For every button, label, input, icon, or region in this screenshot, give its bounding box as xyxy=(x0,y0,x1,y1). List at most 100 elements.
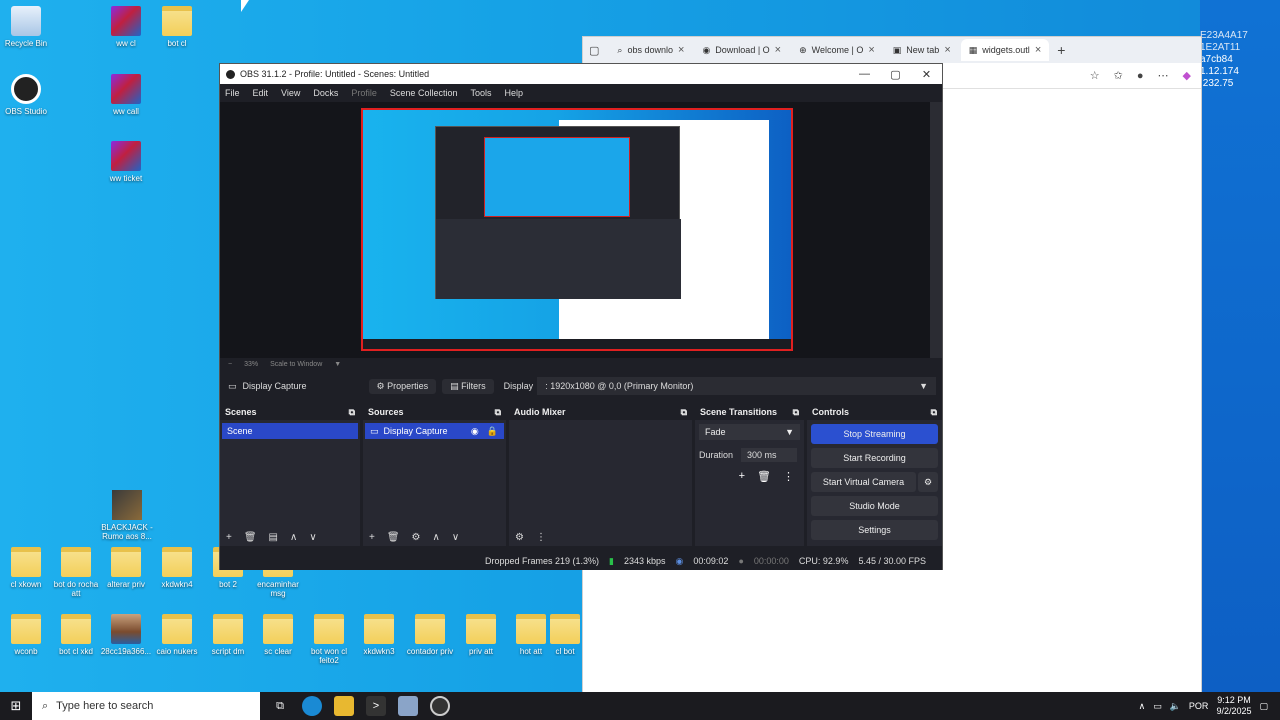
desktop-icon-row2-0[interactable]: wconb xyxy=(0,614,52,656)
desktop-icon-row2-3[interactable]: caio nukers xyxy=(151,614,203,656)
transition-select[interactable]: Fade ▼ xyxy=(699,424,800,440)
trash-icon[interactable]: 🗑 xyxy=(244,532,257,543)
desktop-icon-row1-0[interactable]: cl xkown xyxy=(0,547,52,589)
desktop-icon-row2-2[interactable]: 28cc19a366... xyxy=(100,614,152,656)
browser-tab-1[interactable]: ◉ Download | O × xyxy=(694,39,789,61)
desktop-icon-ww-cl[interactable]: ww cl xyxy=(100,6,152,48)
desktop-icon-row1-1[interactable]: bot do rocha att xyxy=(50,547,102,598)
zoom-out-icon[interactable]: − xyxy=(228,361,232,368)
app-icon[interactable] xyxy=(398,696,418,716)
edge-icon[interactable] xyxy=(302,696,322,716)
arrow-up-icon[interactable]: ∧ xyxy=(290,532,297,543)
desktop-icon-ww-ticket[interactable]: ww ticket xyxy=(100,141,152,183)
desktop-icon-row2-1[interactable]: bot cl xkd xyxy=(50,614,102,656)
source-list-item[interactable]: ▭ Display Capture ◉ 🔒 xyxy=(365,423,504,439)
add-icon[interactable]: + xyxy=(739,470,745,483)
display-select[interactable]: : 1920x1080 @ 0,0 (Primary Monitor) ▼ xyxy=(537,377,936,395)
desktop-icon-row2-9[interactable]: priv att xyxy=(455,614,507,656)
more-vertical-icon[interactable]: ⋮ xyxy=(536,532,546,543)
advanced-audio-icon[interactable]: ⚙ xyxy=(515,532,524,543)
menu-profile[interactable]: Profile xyxy=(351,88,377,98)
minimize-icon[interactable]: — xyxy=(849,68,880,81)
undock-icon[interactable]: ⧉ xyxy=(681,407,687,418)
desktop-icon-row2-4[interactable]: script dm xyxy=(202,614,254,656)
menu-tools[interactable]: Tools xyxy=(470,88,491,98)
start-button[interactable]: ⊞ xyxy=(0,692,32,720)
trash-icon[interactable]: 🗑 xyxy=(387,532,400,543)
undock-icon[interactable]: ⧉ xyxy=(349,407,355,418)
scene-list-item[interactable]: Scene xyxy=(222,423,358,439)
zoom-mode[interactable]: Scale to Window xyxy=(270,361,322,368)
browser-tab-0[interactable]: ⌕ obs downlo × xyxy=(609,39,692,61)
browser-tab-3[interactable]: ▣ New tab × xyxy=(885,39,959,61)
new-tab-icon[interactable]: + xyxy=(1057,42,1065,58)
stop-streaming-button[interactable]: Stop Streaming xyxy=(811,424,938,444)
lock-icon[interactable]: 🔒 xyxy=(487,426,498,437)
menu-docks[interactable]: Docks xyxy=(313,88,338,98)
more-vertical-icon[interactable]: ⋮ xyxy=(783,470,794,483)
desktop-icon-row2-11[interactable]: cl bot xyxy=(548,614,582,656)
preview-source-display-capture[interactable] xyxy=(361,108,793,351)
eye-icon[interactable]: ◉ xyxy=(471,426,479,437)
browser-tab-4[interactable]: ▦ widgets.outl × xyxy=(960,39,1050,61)
task-view-icon[interactable]: ⧉ xyxy=(270,696,290,716)
add-icon[interactable]: + xyxy=(369,532,375,543)
start-virtual-camera-button[interactable]: Start Virtual Camera xyxy=(811,472,916,492)
desktop-icon-ww-call[interactable]: ww call xyxy=(100,74,152,116)
undock-icon[interactable]: ⧉ xyxy=(495,407,501,418)
filters-button[interactable]: ▤ Filters xyxy=(442,378,494,394)
network-icon[interactable]: ▭ xyxy=(1153,701,1162,712)
menu-edit[interactable]: Edit xyxy=(253,88,269,98)
undock-icon[interactable]: ⧉ xyxy=(931,407,937,418)
preview-canvas[interactable] xyxy=(220,102,930,358)
desktop-icon-bot-cl[interactable]: bot cl xyxy=(151,6,203,48)
settings-button[interactable]: Settings xyxy=(811,520,938,540)
file-explorer-icon[interactable] xyxy=(334,696,354,716)
profile-icon[interactable]: ● xyxy=(1137,70,1144,82)
desktop-icon-row1-3[interactable]: xkdwkn4 xyxy=(151,547,203,589)
arrow-up-icon[interactable]: ∧ xyxy=(433,532,440,543)
virtual-camera-settings-button[interactable]: ⚙ xyxy=(918,472,938,492)
arrow-down-icon[interactable]: ∨ xyxy=(452,532,459,543)
studio-mode-button[interactable]: Studio Mode xyxy=(811,496,938,516)
taskbar-search[interactable]: ⌕ Type here to search xyxy=(32,692,260,720)
gear-icon[interactable]: ⚙ xyxy=(412,532,421,543)
close-icon[interactable]: × xyxy=(868,44,874,56)
desktop-icon-row2-8[interactable]: contador priv xyxy=(404,614,456,656)
browser-tab-2[interactable]: ⊕ Welcome | O × xyxy=(791,39,883,61)
chevron-up-icon[interactable]: ∧ xyxy=(1139,701,1146,712)
obs-taskbar-icon[interactable] xyxy=(430,696,450,716)
input-language[interactable]: POR xyxy=(1189,701,1209,711)
terminal-icon[interactable]: > xyxy=(366,696,386,716)
filter-icon[interactable]: ▤ xyxy=(269,532,278,543)
trash-icon[interactable]: 🗑 xyxy=(757,470,771,483)
desktop-icon-row2-5[interactable]: sc clear xyxy=(252,614,304,656)
preview-scrollbar[interactable] xyxy=(930,102,942,358)
close-icon[interactable]: × xyxy=(678,44,684,56)
menu-scene-collection[interactable]: Scene Collection xyxy=(390,88,458,98)
menu-file[interactable]: File xyxy=(225,88,240,98)
maximize-icon[interactable]: ▢ xyxy=(880,68,911,81)
properties-button[interactable]: ⚙ Properties xyxy=(368,378,437,394)
close-icon[interactable]: × xyxy=(1035,44,1041,56)
menu-help[interactable]: Help xyxy=(504,88,523,98)
tab-actions-icon[interactable]: ▢ xyxy=(589,44,599,57)
favorites-icon[interactable]: ✩ xyxy=(1114,69,1123,82)
desktop-icon-row1-2[interactable]: alterar priv xyxy=(100,547,152,589)
desktop-icon-recycle-bin[interactable]: Recycle Bin xyxy=(0,6,52,48)
arrow-down-icon[interactable]: ∨ xyxy=(309,532,316,543)
undock-icon[interactable]: ⧉ xyxy=(793,407,799,418)
desktop-icon-row2-7[interactable]: xkdwkn3 xyxy=(353,614,405,656)
desktop-icon-blackjack[interactable]: BLACKJACK - Rumo aos 8... xyxy=(100,490,154,541)
menu-view[interactable]: View xyxy=(281,88,300,98)
notification-icon[interactable]: ▢ xyxy=(1259,701,1268,712)
close-icon[interactable]: × xyxy=(944,44,950,56)
desktop-icon-row2-6[interactable]: bot won cl feito2 xyxy=(303,614,355,665)
add-icon[interactable]: + xyxy=(226,532,232,543)
clock[interactable]: 9:12 PM 9/2/2025 xyxy=(1216,695,1251,717)
duration-spinbox[interactable]: 300 ms xyxy=(741,448,798,462)
close-icon[interactable]: ✕ xyxy=(911,68,942,81)
close-icon[interactable]: × xyxy=(775,44,781,56)
more-icon[interactable]: ⋯ xyxy=(1158,69,1169,82)
chevron-down-icon[interactable]: ▼ xyxy=(334,361,341,368)
